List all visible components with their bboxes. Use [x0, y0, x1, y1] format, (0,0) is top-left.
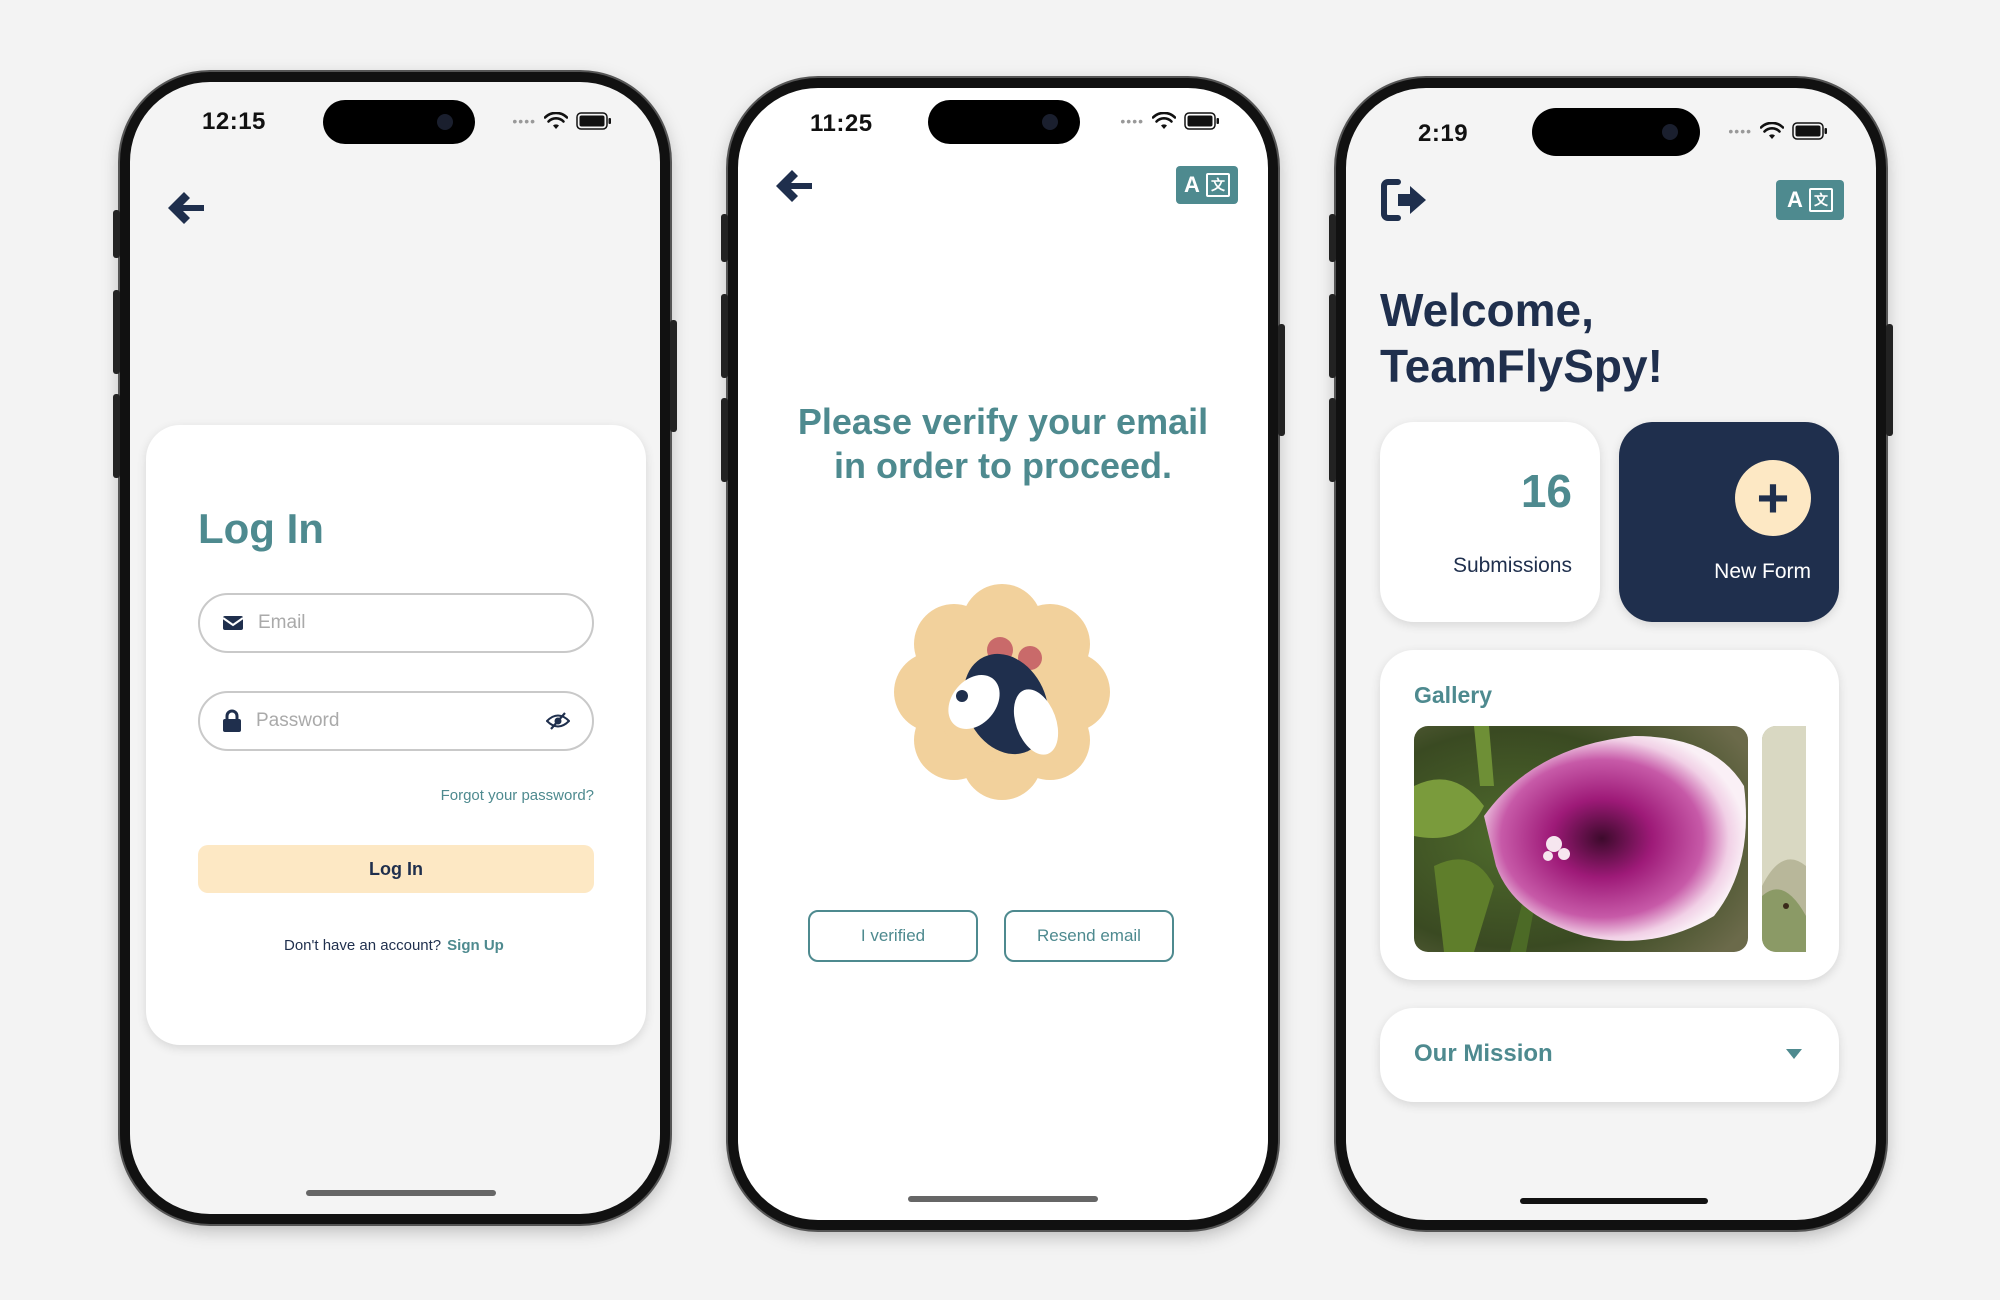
volume-up-button — [721, 294, 728, 378]
login-card: Log In Forgot your password? Log In D — [146, 425, 646, 1045]
phone-verify-screen: 11:25 •••• A 文 Please verify your email … — [728, 78, 1278, 1230]
back-arrow-icon[interactable] — [164, 186, 208, 230]
battery-icon — [576, 112, 611, 130]
translate-glyph-icon: 文 — [1205, 173, 1230, 197]
caret-down-icon — [1786, 1049, 1802, 1059]
translate-icon: A — [1184, 172, 1200, 197]
status-icons: •••• — [1728, 122, 1828, 140]
dynamic-island — [1532, 108, 1700, 156]
signal-dots-icon: •••• — [1120, 113, 1144, 129]
side-button — [113, 210, 120, 258]
email-field[interactable] — [198, 593, 594, 653]
home-indicator — [908, 1196, 1098, 1202]
logout-icon[interactable] — [1380, 178, 1430, 222]
battery-icon — [1792, 122, 1827, 140]
volume-down-button — [721, 398, 728, 482]
our-mission-dropdown[interactable]: Our Mission — [1380, 1008, 1839, 1102]
translate-button[interactable]: A 文 — [1176, 166, 1238, 204]
volume-down-button — [113, 394, 120, 478]
submissions-tile[interactable]: 16 Submissions — [1380, 422, 1600, 622]
login-button[interactable]: Log In — [198, 845, 594, 893]
status-icons: •••• — [512, 112, 612, 130]
welcome-team-name: TeamFlySpy! — [1380, 340, 1663, 392]
back-arrow-icon[interactable] — [772, 164, 816, 208]
wifi-icon — [1152, 112, 1176, 129]
bee-flower-illustration — [894, 584, 1110, 800]
flower-photo — [1414, 726, 1748, 952]
signup-row: Don't have an account? Sign Up — [284, 937, 504, 954]
status-time: 12:15 — [202, 108, 266, 135]
camera-icon — [1662, 124, 1678, 140]
home-indicator — [1520, 1198, 1708, 1204]
power-button — [1278, 324, 1285, 436]
signal-dots-icon: •••• — [1728, 123, 1752, 139]
i-verified-button[interactable]: I verified — [808, 910, 978, 962]
no-account-text: Don't have an account? — [284, 937, 442, 954]
gallery-photo-next[interactable] — [1762, 726, 1806, 952]
submissions-count: 16 — [1520, 465, 1572, 517]
phone-home-screen: 2:19 •••• A 文 Welcome, TeamFlySpy! 16 Su… — [1336, 78, 1886, 1230]
eye-slash-icon[interactable] — [546, 712, 570, 730]
gallery-photo-flower[interactable] — [1414, 726, 1748, 952]
volume-down-button — [1329, 398, 1336, 482]
dynamic-island — [928, 100, 1080, 144]
camera-icon — [437, 114, 453, 130]
submissions-label: Submissions — [1452, 554, 1572, 577]
wifi-icon — [544, 112, 568, 129]
login-title: Log In — [198, 505, 324, 552]
translate-button[interactable]: A 文 — [1776, 180, 1844, 220]
password-input[interactable] — [256, 710, 532, 732]
power-button — [670, 320, 677, 432]
status-time: 11:25 — [810, 110, 873, 137]
volume-up-button — [1329, 294, 1336, 378]
mission-title: Our Mission — [1414, 1040, 1553, 1067]
welcome-heading: Welcome, TeamFlySpy! — [1380, 282, 1663, 394]
forgot-password-link[interactable]: Forgot your password? — [441, 787, 594, 804]
translate-icon: A — [1787, 187, 1803, 212]
lock-icon — [223, 709, 241, 732]
status-icons: •••• — [1120, 112, 1220, 130]
sign-up-link[interactable]: Sign Up — [447, 937, 504, 954]
gallery-card: Gallery — [1380, 650, 1839, 980]
translate-glyph-icon: 文 — [1808, 188, 1833, 212]
phone-login-screen: 12:15 •••• Log In Email Forgot your pass… — [120, 72, 670, 1224]
side-button — [1329, 214, 1336, 262]
battery-icon — [1184, 112, 1219, 130]
envelope-icon — [222, 616, 244, 630]
new-form-tile[interactable]: + New Form — [1619, 422, 1839, 622]
signal-dots-icon: •••• — [512, 113, 536, 129]
volume-up-button — [113, 290, 120, 374]
status-time: 2:19 — [1418, 120, 1469, 147]
email-input[interactable] — [258, 612, 570, 634]
welcome-line-1: Welcome, — [1380, 284, 1594, 336]
plus-icon: + — [1735, 460, 1811, 536]
side-button — [721, 214, 728, 262]
new-form-label: New Form — [1714, 560, 1811, 583]
power-button — [1886, 324, 1893, 436]
wifi-icon — [1760, 122, 1784, 139]
password-field[interactable] — [198, 691, 594, 751]
resend-email-button[interactable]: Resend email — [1004, 910, 1174, 962]
verify-message: Please verify your email in order to pro… — [797, 401, 1209, 486]
dynamic-island — [323, 100, 475, 144]
gallery-title: Gallery — [1414, 682, 1492, 708]
partial-photo — [1762, 726, 1806, 952]
home-indicator — [306, 1190, 496, 1196]
camera-icon — [1042, 114, 1058, 130]
